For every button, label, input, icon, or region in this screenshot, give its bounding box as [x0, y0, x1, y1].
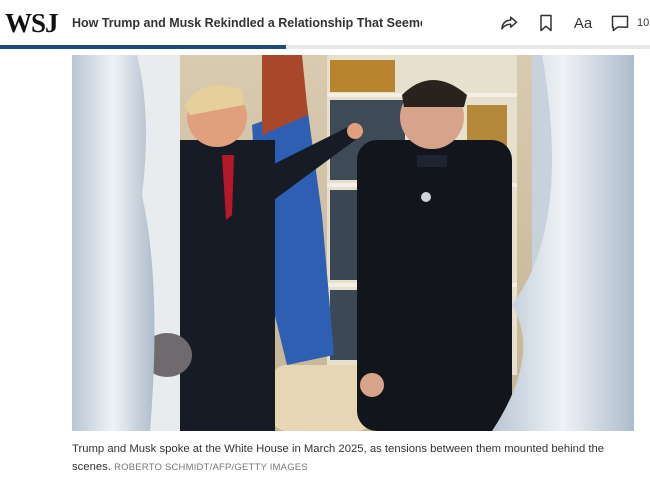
- bookmark-icon[interactable]: [535, 12, 557, 34]
- reading-progress-bar: [0, 45, 650, 49]
- photo-credit: ROBERTO SCHMIDT/AFP/GETTY IMAGES: [114, 462, 308, 473]
- article-photo[interactable]: [72, 55, 634, 431]
- share-icon[interactable]: [498, 12, 520, 34]
- comment-icon[interactable]: [609, 12, 631, 34]
- reading-progress-fill: [0, 45, 286, 49]
- top-toolbar: WSJ How Trump and Musk Rekindled a Relat…: [0, 0, 650, 46]
- comment-count[interactable]: 10: [637, 17, 649, 29]
- article-headline: How Trump and Musk Rekindled a Relations…: [72, 16, 422, 30]
- wsj-logo[interactable]: WSJ: [5, 8, 59, 39]
- photo-caption: Trump and Musk spoke at the White House …: [72, 440, 642, 477]
- text-size-button[interactable]: Aa: [570, 12, 596, 34]
